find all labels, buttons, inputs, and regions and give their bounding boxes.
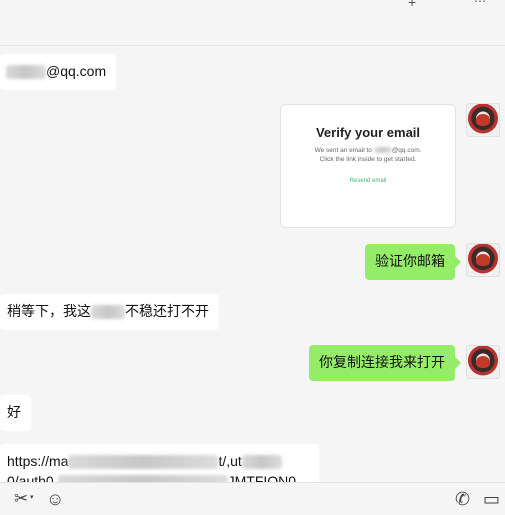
redacted-text <box>91 305 125 320</box>
redacted-text <box>241 455 282 470</box>
card-title: Verify your email <box>315 125 421 140</box>
resend-email-link[interactable]: Resend email <box>281 178 455 184</box>
add-icon[interactable]: + <box>408 0 416 10</box>
message-text: @qq.com <box>46 63 107 79</box>
avatar[interactable] <box>466 103 500 137</box>
message-bubble[interactable]: 你复制连接我来打开 <box>309 345 461 381</box>
redacted-text <box>68 455 219 470</box>
video-icon[interactable]: ▭ <box>483 489 500 510</box>
avatar[interactable] <box>466 243 500 277</box>
chevron-down-icon[interactable]: ▾ <box>30 493 34 501</box>
more-icon[interactable]: ⋯ <box>474 0 486 8</box>
message-text: 验证你邮箱 <box>375 253 445 269</box>
redacted-text <box>57 475 228 482</box>
chat-header: + ⋯ <box>0 0 505 46</box>
input-toolbar: ✂ ▾ ☺ ✆ ▭ <box>0 482 505 515</box>
message-text: 你复制连接我来打开 <box>319 354 445 370</box>
message-bubble[interactable]: 验证你邮箱 <box>365 244 461 280</box>
redacted-text <box>373 147 392 154</box>
avatar[interactable] <box>466 345 500 379</box>
message-email[interactable]: @qq.com <box>0 54 117 90</box>
message-bubble[interactable]: 好 <box>0 395 31 431</box>
emoji-icon[interactable]: ☺ <box>46 489 64 510</box>
message-list: @qq.com Verify your email We sent an ema… <box>0 47 505 482</box>
verify-email-card[interactable]: Verify your email We sent an email to @q… <box>280 104 456 228</box>
card-body: We sent an email to @qq.com. Click the l… <box>314 147 422 163</box>
phone-icon[interactable]: ✆ <box>455 489 470 510</box>
message-text: 好 <box>7 404 21 420</box>
message-link[interactable]: https://ma t/,ut 0/auth0. JMTFION0 <box>0 444 319 482</box>
message-bubble[interactable]: 稍等下，我这 不稳还打不开 <box>0 294 219 330</box>
redacted-text <box>6 65 46 80</box>
scissors-icon[interactable]: ✂ <box>14 489 28 509</box>
